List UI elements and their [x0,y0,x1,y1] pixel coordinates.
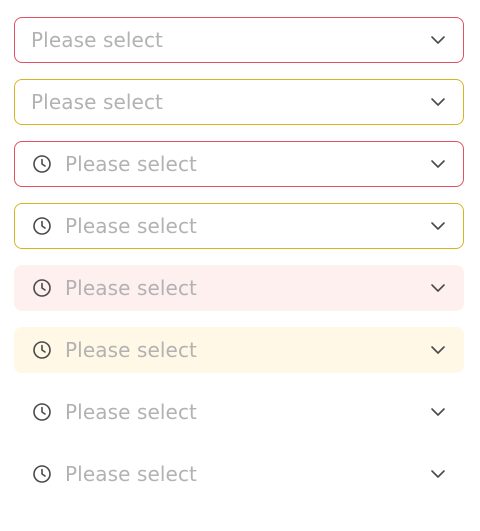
select-outlined-error-with-prefix[interactable]: Please select [14,141,464,187]
select-outlined-warning[interactable]: Please select [14,79,464,125]
chevron-down-icon [429,155,447,173]
select-placeholder: Please select [31,90,163,114]
chevron-down-icon [429,465,447,483]
select-placeholder: Please select [65,276,197,300]
chevron-down-icon [429,31,447,49]
select-placeholder: Please select [31,28,163,52]
select-outlined-error[interactable]: Please select [14,17,464,63]
clock-icon [31,463,53,485]
select-filled-warning[interactable]: Please select [14,327,464,373]
select-filled-error[interactable]: Please select [14,265,464,311]
chevron-down-icon [429,279,447,297]
chevron-down-icon [429,341,447,359]
select-placeholder: Please select [65,338,197,362]
clock-icon [31,339,53,361]
select-placeholder: Please select [65,462,197,486]
select-status-demo: Please select Please select Please selec… [0,0,480,531]
select-placeholder: Please select [65,214,197,238]
chevron-down-icon [429,217,447,235]
clock-icon [31,401,53,423]
clock-icon [31,215,53,237]
select-placeholder: Please select [65,400,197,424]
clock-icon [31,277,53,299]
select-outlined-warning-with-prefix[interactable]: Please select [14,203,464,249]
clock-icon [31,153,53,175]
chevron-down-icon [429,93,447,111]
select-borderless-warning[interactable]: Please select [14,451,464,497]
select-placeholder: Please select [65,152,197,176]
select-borderless-error[interactable]: Please select [14,389,464,435]
chevron-down-icon [429,403,447,421]
